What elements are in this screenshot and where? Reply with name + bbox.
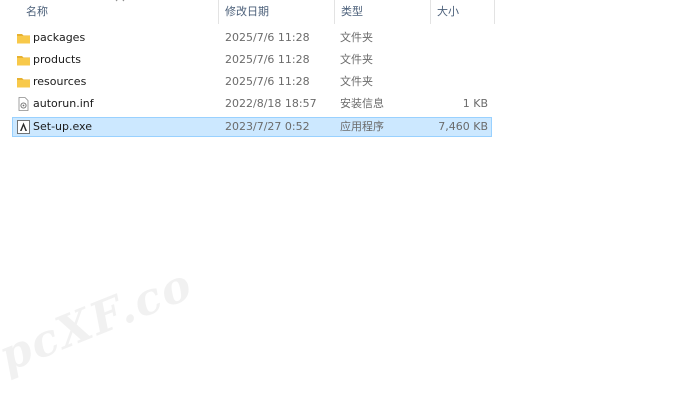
file-row[interactable]: resources 2025/7/6 11:28 文件夹 [12, 72, 492, 92]
file-date: 2025/7/6 11:28 [225, 75, 310, 88]
file-name: resources [33, 75, 87, 88]
folder-icon [17, 34, 30, 44]
column-header-bar: 名称 修改日期 类型 大小 [0, 0, 681, 24]
file-row[interactable]: products 2025/7/6 11:28 文件夹 [12, 50, 492, 70]
column-header-size[interactable]: 大小 [431, 0, 494, 24]
file-date: 2022/8/18 18:57 [225, 97, 317, 110]
file-date: 2023/7/27 0:52 [225, 120, 310, 133]
file-name: autorun.inf [33, 97, 94, 110]
file-row[interactable]: packages 2025/7/6 11:28 文件夹 [12, 28, 492, 48]
watermark-logo: pcXF.co [0, 258, 201, 383]
file-name: Set-up.exe [33, 120, 92, 133]
file-size: 7,460 KB [438, 120, 488, 133]
column-header-type[interactable]: 类型 [335, 0, 430, 24]
adobe-app-icon [17, 120, 30, 134]
file-date: 2025/7/6 11:28 [225, 53, 310, 66]
file-type: 文件夹 [340, 53, 373, 66]
file-type: 安装信息 [340, 97, 384, 110]
folder-icon [17, 56, 30, 66]
file-date: 2025/7/6 11:28 [225, 31, 310, 44]
folder-icon [17, 78, 30, 88]
file-row[interactable]: autorun.inf 2022/8/18 18:57 安装信息 1 KB [12, 94, 492, 114]
column-divider[interactable] [494, 0, 495, 24]
file-size: 1 KB [462, 97, 488, 110]
column-header-date[interactable]: 修改日期 [219, 0, 334, 24]
column-header-name[interactable]: 名称 [20, 0, 218, 24]
file-type: 文件夹 [340, 31, 373, 44]
file-name: packages [33, 31, 86, 44]
inf-file-icon [18, 97, 29, 111]
file-type: 文件夹 [340, 75, 373, 88]
file-name: products [33, 53, 82, 66]
file-type: 应用程序 [340, 120, 384, 133]
file-row-selected[interactable]: Set-up.exe 2023/7/27 0:52 应用程序 7,460 KB [12, 117, 492, 137]
